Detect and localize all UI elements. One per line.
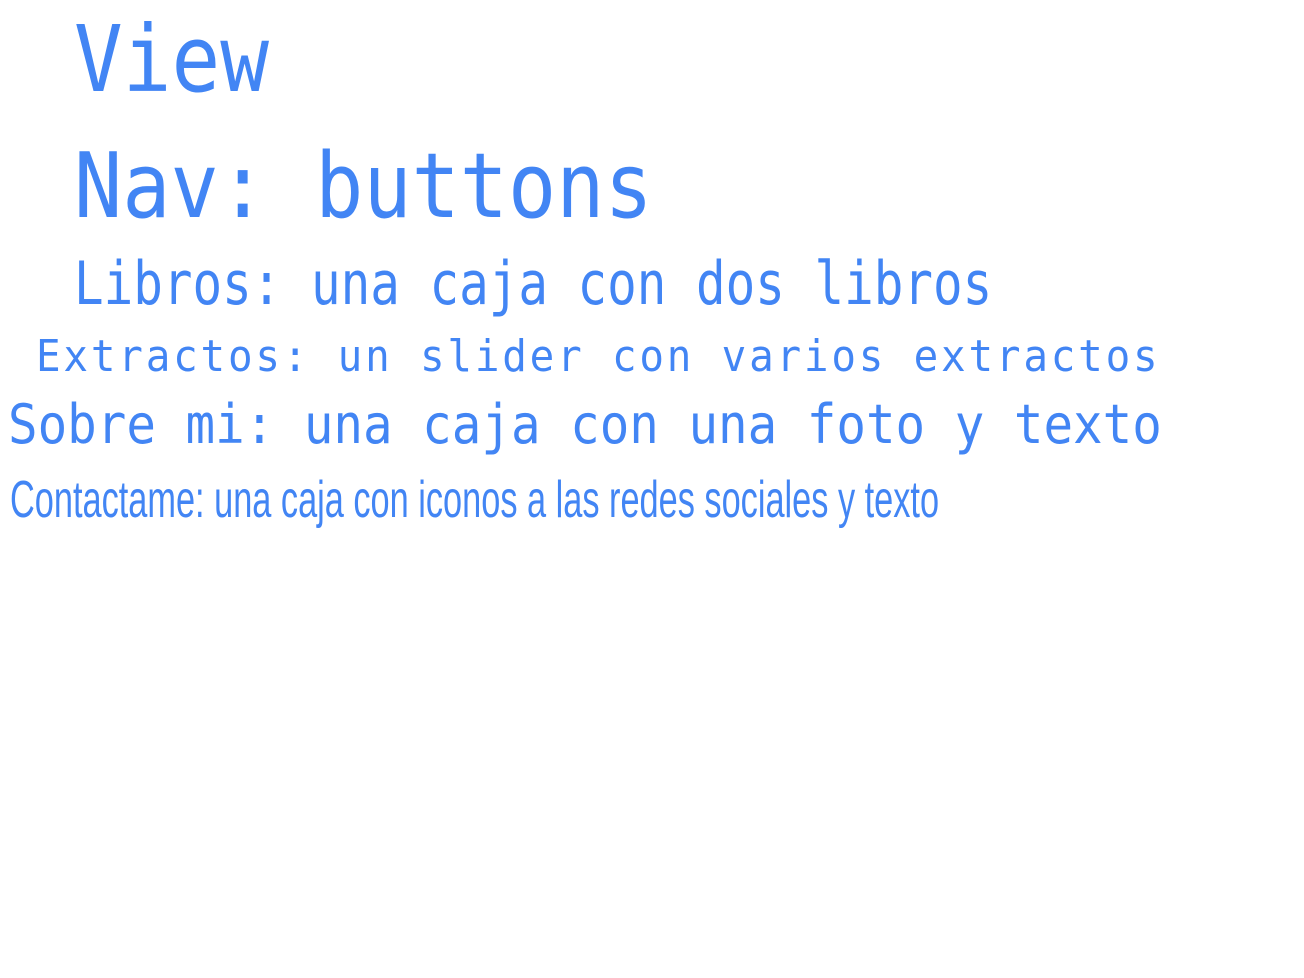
contactame-description: Contactame: una caja con iconos a las re… [10, 471, 940, 529]
libros-description: Libros: una caja con dos libros [74, 249, 993, 319]
sobre-mi-description: Sobre mi: una caja con una foto y texto [8, 393, 1162, 456]
page-title: View [74, 6, 269, 113]
nav-description: Nav: buttons [74, 134, 653, 239]
extractos-description: Extractos: un slider con varios extracto… [36, 331, 1161, 382]
